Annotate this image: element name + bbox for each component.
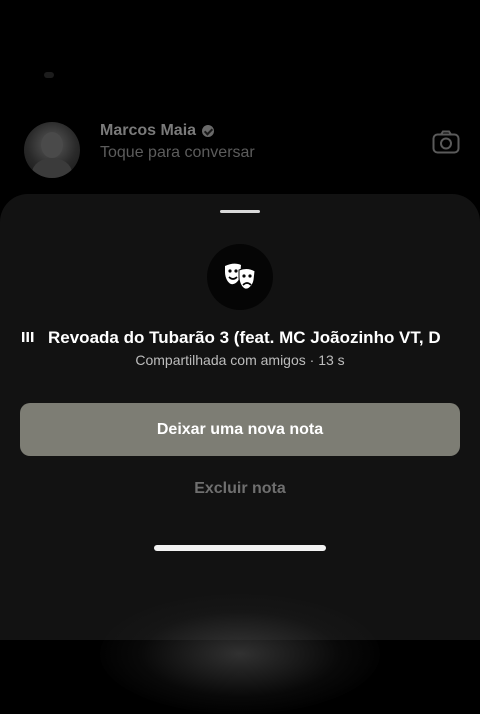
contact-name: Marcos Maia	[100, 122, 197, 139]
home-indicator	[154, 545, 326, 551]
new-note-button[interactable]: Deixar uma nova nota	[20, 403, 460, 456]
theater-masks-icon	[225, 263, 256, 290]
note-bottom-sheet: Revoada do Tubarão 3 (feat. MC Joãozinho…	[0, 194, 480, 714]
music-bars-icon	[22, 332, 34, 342]
sheet-drag-handle[interactable]	[220, 210, 260, 213]
camera-icon[interactable]	[432, 130, 460, 154]
song-title: Revoada do Tubarão 3 (feat. MC Joãozinho…	[48, 328, 441, 347]
song-row: Revoada do Tubarão 3 (feat. MC Joãozinho…	[0, 326, 480, 350]
verified-badge-icon	[202, 125, 215, 137]
status-indicator	[44, 72, 54, 78]
note-bubble	[207, 244, 273, 310]
chat-subtitle: Toque para conversar	[100, 144, 255, 161]
delete-note-button[interactable]: Excluir nota	[140, 476, 340, 502]
background-glow	[100, 594, 380, 714]
chat-row[interactable]: Marcos Maia Toque para conversar	[0, 110, 480, 190]
avatar	[24, 122, 80, 178]
contact-name-row: Marcos Maia	[100, 122, 215, 140]
shared-info: Compartilhada com amigos · 13 s	[135, 352, 345, 368]
